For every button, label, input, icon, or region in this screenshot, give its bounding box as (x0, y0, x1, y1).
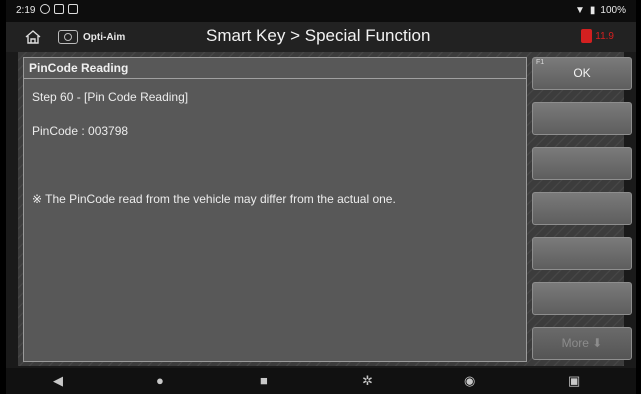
app-frame: 2:19 ▼ ▮ 100% Opti-Aim Smart Key > Speci… (6, 0, 636, 394)
pincode-line: PinCode : 003798 (32, 124, 129, 138)
sync-icon (40, 4, 50, 14)
page-title: Smart Key > Special Function (206, 26, 431, 45)
settings-icon[interactable]: ✲ (362, 373, 373, 389)
status-icons (40, 4, 78, 14)
battery-icon: ▮ (589, 5, 596, 16)
function-button-3[interactable] (532, 147, 632, 180)
function-button-6[interactable] (532, 282, 632, 315)
function-button-5[interactable] (532, 237, 632, 270)
home-icon[interactable] (24, 28, 42, 46)
more-button[interactable]: More ⬇ (532, 327, 632, 360)
step-line: Step 60 - [Pin Code Reading] (32, 90, 189, 104)
vehicle-battery-icon (581, 29, 593, 43)
brand-logo: Opti-Aim (58, 28, 125, 46)
status-bar: 2:19 ▼ ▮ 100% (6, 0, 636, 22)
recent-apps-icon[interactable]: ■ (260, 373, 268, 389)
screenshot-icon[interactable]: ▣ (568, 373, 580, 389)
status-time: 2:19 (16, 5, 36, 16)
battery-level: 100% (600, 5, 626, 16)
function-button-2[interactable] (532, 102, 632, 135)
back-icon[interactable]: ◀ (53, 373, 63, 389)
panel-body: Step 60 - [Pin Code Reading] PinCode : 0… (24, 79, 526, 235)
pincode-panel: PinCode Reading Step 60 - [Pin Code Read… (23, 57, 527, 362)
notification-icon (54, 4, 64, 14)
brand-name: Opti-Aim (83, 31, 126, 43)
function-button-4[interactable] (532, 192, 632, 225)
vehicle-battery-voltage: 11.9 (595, 30, 614, 42)
notice-line: ※ The PinCode read from the vehicle may … (32, 192, 396, 206)
status-right: ▼ ▮ 100% (575, 5, 626, 16)
home-dot-icon[interactable]: ● (156, 373, 164, 389)
navigation-bar: ◀ ● ■ ✲ ◉ ▣ (6, 368, 636, 394)
ok-button[interactable]: F1 OK (532, 57, 632, 90)
notification-icon-2 (68, 4, 78, 14)
vehicle-battery-indicator: 11.9 (581, 29, 614, 43)
more-label: More ⬇ (561, 336, 603, 350)
wifi-icon: ▼ (575, 5, 585, 16)
ok-label: OK (573, 66, 591, 80)
f1-key-label: F1 (536, 59, 545, 66)
title-bar: Opti-Aim Smart Key > Special Function 11… (6, 22, 636, 52)
chrome-icon[interactable]: ◉ (464, 373, 475, 389)
brand-badge-icon (58, 30, 78, 44)
panel-title: PinCode Reading (24, 58, 526, 79)
